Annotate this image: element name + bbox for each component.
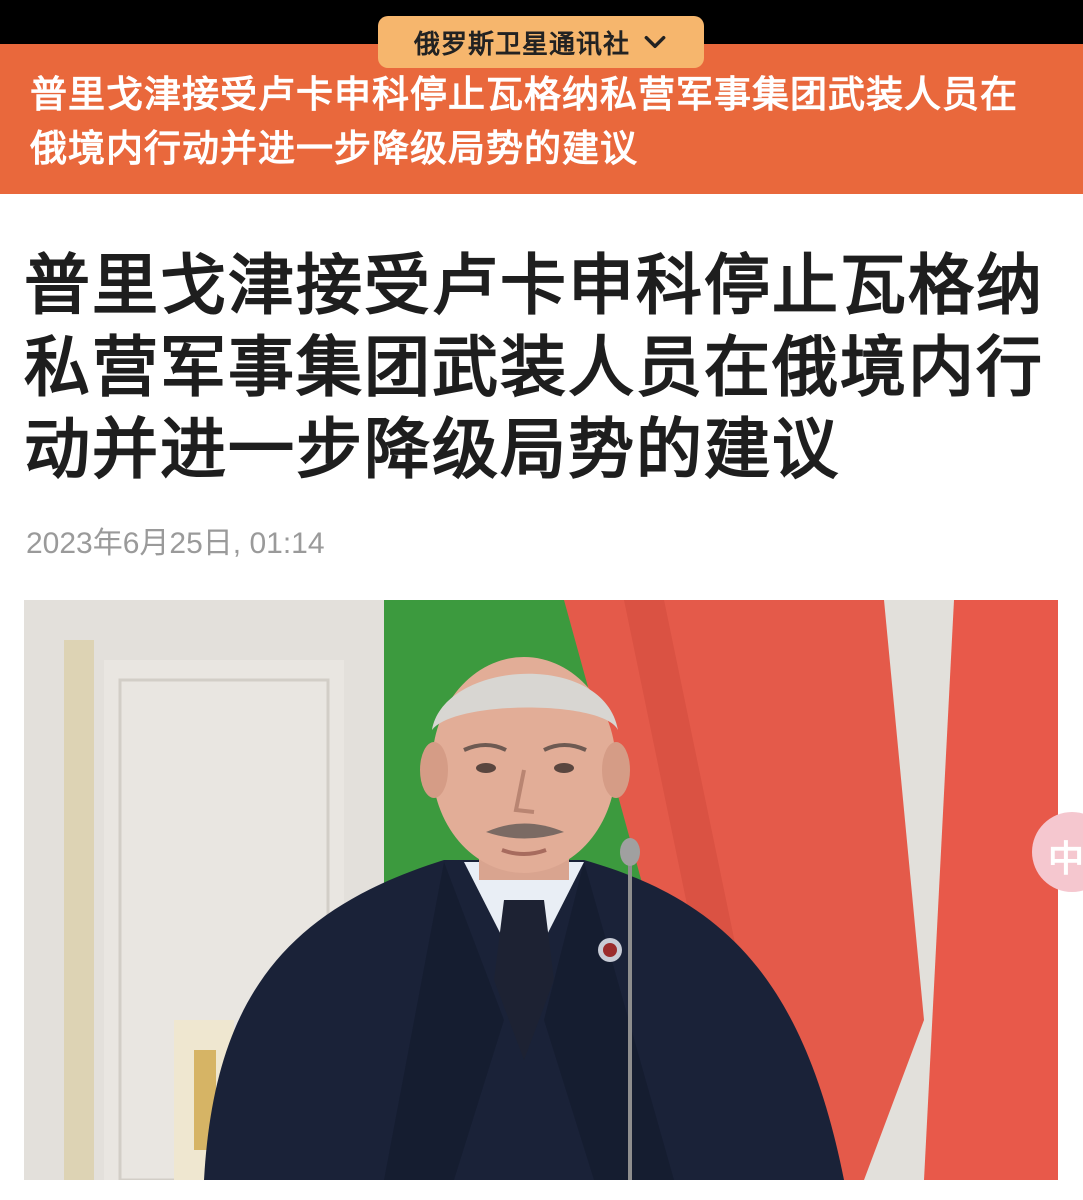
- article-photo[interactable]: [24, 600, 1058, 1180]
- source-selector-button[interactable]: 俄罗斯卫星通讯社: [378, 16, 704, 68]
- chevron-down-icon: [644, 35, 666, 49]
- source-name: 俄罗斯卫星通讯社: [413, 29, 630, 60]
- badge-label: 中: [1048, 839, 1083, 880]
- article-headline: 普里戈津接受卢卡申科停止瓦格纳私营军事集团武装人员在俄境内行动并进一步降级局势的…: [24, 247, 1044, 488]
- banner-title[interactable]: 普里戈津接受卢卡申科停止瓦格纳私营军事集团武装人员在俄境内行动并进一步降级局势的…: [30, 68, 1050, 176]
- article-date: 2023年6月25日, 01:14: [26, 527, 325, 560]
